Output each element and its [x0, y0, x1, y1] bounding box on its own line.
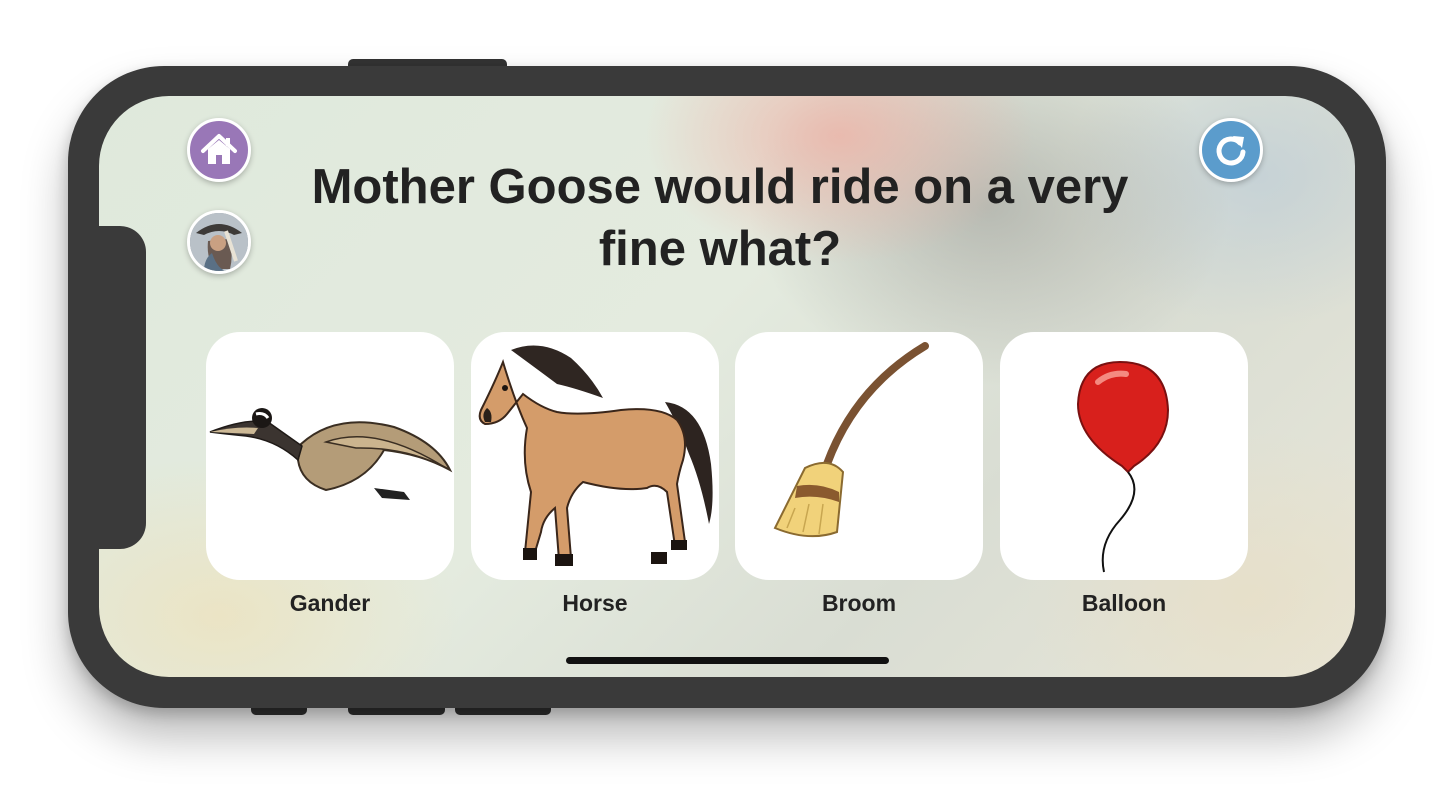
profile-avatar — [190, 213, 248, 271]
choice-card-broom[interactable] — [735, 332, 983, 580]
horse-illustration — [478, 345, 713, 566]
choice-label-horse: Horse — [562, 590, 628, 616]
balloon-illustration — [1076, 360, 1170, 573]
choice-label-broom: Broom — [821, 590, 897, 616]
choice-label-balloon: Balloon — [1081, 590, 1167, 616]
device-notch — [99, 226, 146, 549]
refresh-button[interactable] — [1199, 118, 1263, 182]
gander-illustration — [209, 408, 453, 500]
home-icon — [201, 134, 237, 164]
choice-card-balloon[interactable] — [1000, 332, 1248, 580]
question-text: Mother Goose would ride on a very fine w… — [311, 160, 1129, 276]
choice-label-gander: Gander — [289, 590, 371, 616]
choice-card-gander[interactable] — [206, 332, 454, 580]
refresh-icon — [1216, 136, 1246, 166]
profile-button[interactable] — [187, 210, 251, 274]
home-button[interactable] — [187, 118, 251, 182]
choice-card-horse[interactable] — [471, 332, 719, 580]
broom-illustration — [773, 342, 929, 538]
home-indicator-bar[interactable] — [566, 657, 889, 664]
